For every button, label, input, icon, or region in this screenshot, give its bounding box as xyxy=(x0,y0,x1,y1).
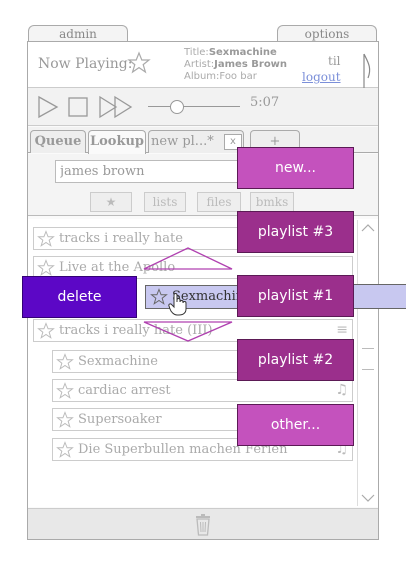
chevron-down-icon[interactable] xyxy=(361,493,375,503)
star-icon[interactable] xyxy=(56,382,74,400)
filter-lists[interactable]: lists xyxy=(144,192,186,212)
star-icon[interactable] xyxy=(37,259,55,277)
username: til xyxy=(328,54,341,68)
other-playlist-option[interactable]: other... xyxy=(237,404,354,446)
admin-tab[interactable]: admin xyxy=(28,25,128,42)
hand-cursor-icon xyxy=(168,293,187,316)
track-album: Foo bar xyxy=(219,71,257,82)
fast-forward-icon[interactable] xyxy=(98,95,134,119)
track-title: Sexmachine xyxy=(208,47,277,58)
tab-lookup[interactable]: Lookup xyxy=(88,130,146,154)
star-icon[interactable] xyxy=(127,51,151,75)
seek-slider[interactable] xyxy=(148,100,240,114)
seek-handle[interactable] xyxy=(170,100,184,114)
playlist-3-option[interactable]: playlist #3 xyxy=(237,211,354,253)
player-controls: 5:07 xyxy=(28,88,378,126)
track-meta: Title:Sexmachine Artist:James Brown Albu… xyxy=(184,47,288,82)
playlist-2-option[interactable]: playlist #2 xyxy=(237,339,354,381)
now-playing-bar: Now Playing: Title:Sexmachine Artist:Jam… xyxy=(28,42,378,88)
drag-row-tail xyxy=(353,284,406,309)
scrollbar[interactable] xyxy=(357,220,377,506)
filter-starred[interactable]: ★ xyxy=(90,192,132,212)
star-icon xyxy=(150,288,168,305)
star-icon[interactable] xyxy=(56,441,74,459)
scroll-thumb[interactable] xyxy=(362,348,374,370)
star-icon[interactable] xyxy=(37,230,55,248)
play-icon[interactable] xyxy=(36,95,60,119)
stop-icon[interactable] xyxy=(67,96,89,118)
trash-icon[interactable] xyxy=(194,514,212,536)
new-playlist-option[interactable]: new... xyxy=(237,147,354,189)
logout-link[interactable]: logout xyxy=(302,70,341,84)
filter-files[interactable]: files xyxy=(197,192,241,212)
delete-button[interactable]: delete xyxy=(22,276,137,318)
chevron-up-icon[interactable] xyxy=(361,223,375,233)
filter-bookmarks[interactable]: bmks xyxy=(250,192,294,212)
track-artist: James Brown xyxy=(214,59,288,70)
time-display: 5:07 xyxy=(250,95,280,110)
dragged-item[interactable]: Sexmachine xyxy=(145,285,245,309)
tab-queue[interactable]: Queue xyxy=(30,130,86,153)
drag-arrow-down xyxy=(143,321,233,342)
now-playing-label: Now Playing: xyxy=(38,56,133,72)
music-note-icon: ♫ xyxy=(335,382,348,398)
playlist-1-option[interactable]: playlist #1 xyxy=(237,275,354,317)
star-icon[interactable] xyxy=(37,322,55,340)
drag-arrow-up xyxy=(143,247,233,270)
options-tab[interactable]: options xyxy=(277,25,377,42)
list-icon: ≡ xyxy=(336,322,348,338)
list-item[interactable]: cardiac arrest ♫ xyxy=(52,379,353,402)
star-icon[interactable] xyxy=(56,411,74,429)
star-icon[interactable] xyxy=(56,353,74,371)
bottom-bar xyxy=(28,508,378,539)
